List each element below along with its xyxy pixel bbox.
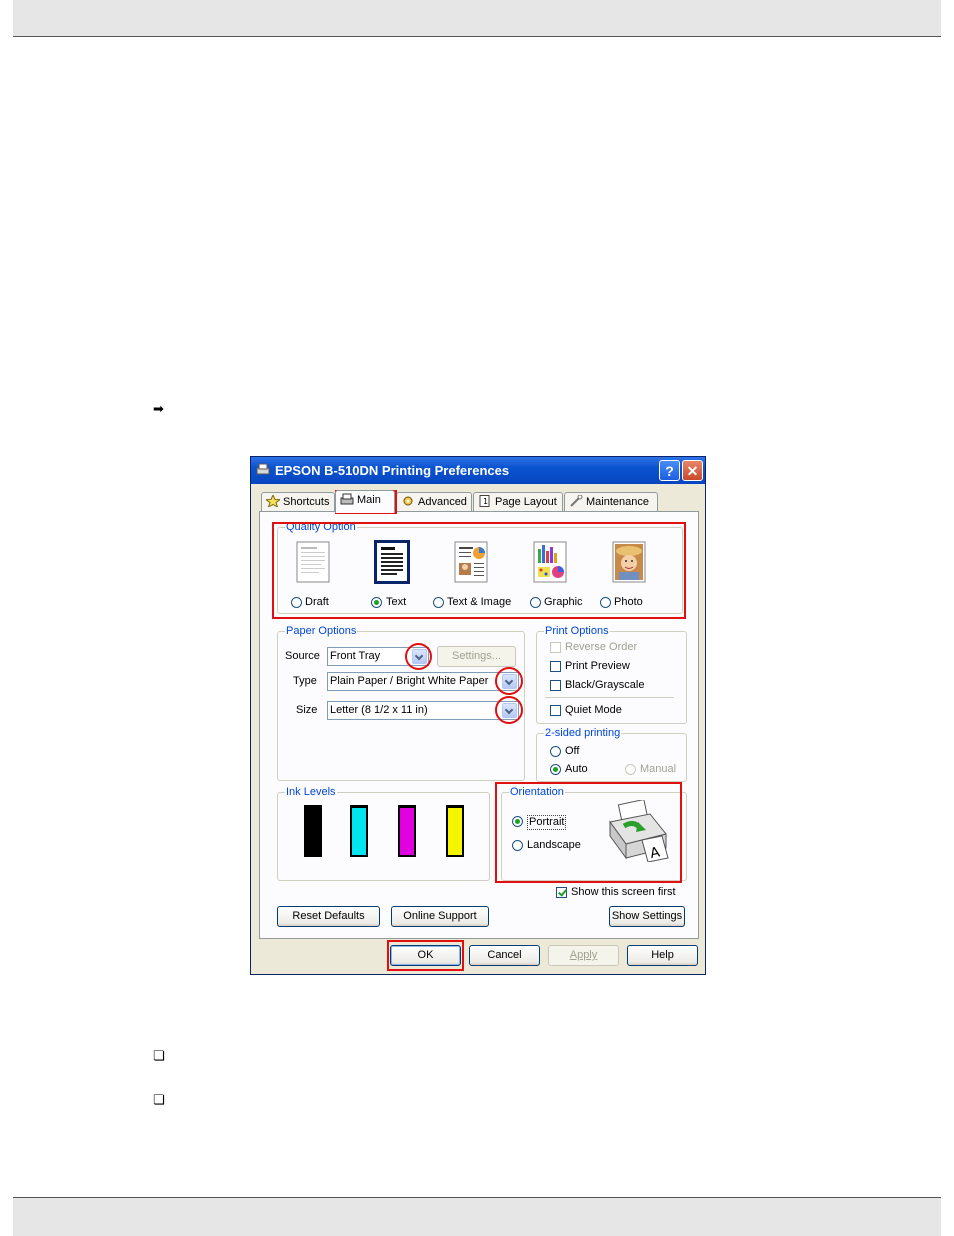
title-bar[interactable]: EPSON B-510DN Printing Preferences ? ✕: [251, 457, 705, 484]
size-value: Letter (8 1/2 x 11 in): [330, 704, 428, 716]
show-screen-first-label: Show this screen first: [571, 886, 676, 898]
source-label: Source: [285, 650, 320, 662]
tab-label: Advanced: [418, 496, 467, 508]
size-label: Size: [296, 704, 318, 716]
ink-level-black: [304, 805, 322, 857]
graphic-document-icon: [533, 541, 567, 583]
printer-icon: [340, 493, 354, 505]
print-preview-label: Print Preview: [565, 660, 630, 672]
settings-button[interactable]: Settings...: [437, 646, 516, 667]
tab-advanced[interactable]: Advanced: [396, 492, 472, 511]
reverse-order-label: Reverse Order: [565, 641, 638, 653]
size-select[interactable]: Letter (8 1/2 x 11 in): [327, 701, 519, 720]
quality-radio-draft[interactable]: [291, 597, 302, 608]
orientation-radio-landscape[interactable]: [512, 840, 523, 851]
wrench-icon: [570, 495, 583, 507]
quality-label-draft: Draft: [305, 596, 329, 608]
help-button[interactable]: Help: [627, 945, 698, 966]
two-sided-label-off: Off: [565, 745, 580, 757]
tab-label: Shortcuts: [283, 496, 330, 508]
type-select[interactable]: Plain Paper / Bright White Paper: [327, 672, 519, 691]
divider: [545, 697, 674, 698]
quality-label-photo: Photo: [614, 596, 643, 608]
quality-label-text-image: Text & Image: [447, 596, 512, 608]
group-title: Ink Levels: [285, 786, 337, 798]
quality-radio-graphic[interactable]: [530, 597, 541, 608]
cancel-button[interactable]: Cancel: [469, 945, 540, 966]
orientation-label-portrait: Portrait: [527, 815, 567, 830]
ok-button[interactable]: OK: [390, 945, 461, 966]
page-icon: 1: [479, 495, 490, 507]
ink-level-cyan: [350, 805, 368, 857]
black-grayscale-checkbox[interactable]: [550, 680, 561, 691]
group-title: Paper Options: [285, 625, 358, 637]
source-value: Front Tray: [330, 650, 381, 662]
quiet-mode-checkbox[interactable]: [550, 705, 561, 716]
ink-level-magenta: [398, 805, 416, 857]
apply-button[interactable]: Apply: [548, 945, 619, 966]
group-title: Quality Option: [285, 521, 357, 533]
tab-shortcuts[interactable]: Shortcuts: [261, 492, 335, 511]
group-title: 2-sided printing: [544, 727, 622, 739]
two-sided-label-auto: Auto: [565, 763, 588, 775]
orientation-label-landscape: Landscape: [527, 839, 581, 851]
quality-label-text: Text: [386, 596, 407, 608]
window-title: EPSON B-510DN Printing Preferences: [275, 463, 510, 478]
ink-level-yellow: [446, 805, 464, 857]
draft-document-icon: [296, 541, 330, 583]
reverse-order-checkbox[interactable]: [550, 642, 561, 653]
printer-orientation-icon: A: [609, 800, 669, 862]
tab-main[interactable]: Main: [335, 490, 395, 513]
two-sided-radio-off[interactable]: [550, 746, 561, 757]
printer-icon: [256, 463, 270, 475]
group-title: Print Options: [544, 625, 610, 637]
checkbox-bullet-icon: ❏: [153, 1093, 165, 1108]
tab-maintenance[interactable]: Maintenance: [564, 492, 658, 511]
tab-page-layout[interactable]: 1 Page Layout: [473, 492, 563, 511]
page-header-band: [13, 0, 941, 37]
chevron-down-icon[interactable]: [502, 674, 517, 689]
text-and-image-document-icon: [454, 541, 488, 583]
quality-label-graphic: Graphic: [544, 596, 583, 608]
text-document-icon: [374, 540, 410, 584]
online-support-button[interactable]: Online Support: [391, 906, 489, 927]
black-grayscale-label: Black/Grayscale: [565, 679, 645, 691]
photo-document-icon: [612, 541, 646, 583]
group-title: Orientation: [509, 786, 565, 798]
quality-radio-photo[interactable]: [600, 597, 611, 608]
arrow-icon: ➡: [153, 402, 164, 417]
tab-label: Maintenance: [586, 496, 649, 508]
quality-radio-text[interactable]: [371, 597, 382, 608]
star-icon: [266, 495, 280, 507]
reset-defaults-button[interactable]: Reset Defaults: [277, 906, 380, 927]
tab-label: Main: [357, 494, 381, 506]
svg-text:1: 1: [483, 497, 488, 506]
print-preview-checkbox[interactable]: [550, 661, 561, 672]
chevron-down-icon[interactable]: [502, 703, 517, 718]
chevron-down-icon[interactable]: [412, 649, 427, 664]
page-footer-band: [13, 1197, 941, 1236]
two-sided-radio-manual[interactable]: [625, 764, 636, 775]
show-settings-button[interactable]: Show Settings: [609, 906, 685, 927]
printing-preferences-dialog: EPSON B-510DN Printing Preferences ? ✕ S…: [250, 456, 706, 975]
checkbox-bullet-icon: ❏: [153, 1049, 165, 1064]
advanced-gear-icon: [403, 496, 413, 506]
close-button[interactable]: ✕: [682, 460, 703, 481]
type-value: Plain Paper / Bright White Paper: [330, 675, 489, 687]
quality-radio-text-image[interactable]: [433, 597, 444, 608]
two-sided-radio-auto[interactable]: [550, 764, 561, 775]
source-select[interactable]: Front Tray: [327, 647, 429, 666]
show-screen-first-checkbox[interactable]: [556, 887, 567, 898]
two-sided-label-manual: Manual: [640, 763, 677, 775]
tab-label: Page Layout: [495, 496, 557, 508]
quiet-mode-label: Quiet Mode: [565, 704, 622, 716]
help-title-button[interactable]: ?: [659, 460, 680, 481]
orientation-radio-portrait[interactable]: [512, 816, 523, 827]
type-label: Type: [293, 675, 317, 687]
